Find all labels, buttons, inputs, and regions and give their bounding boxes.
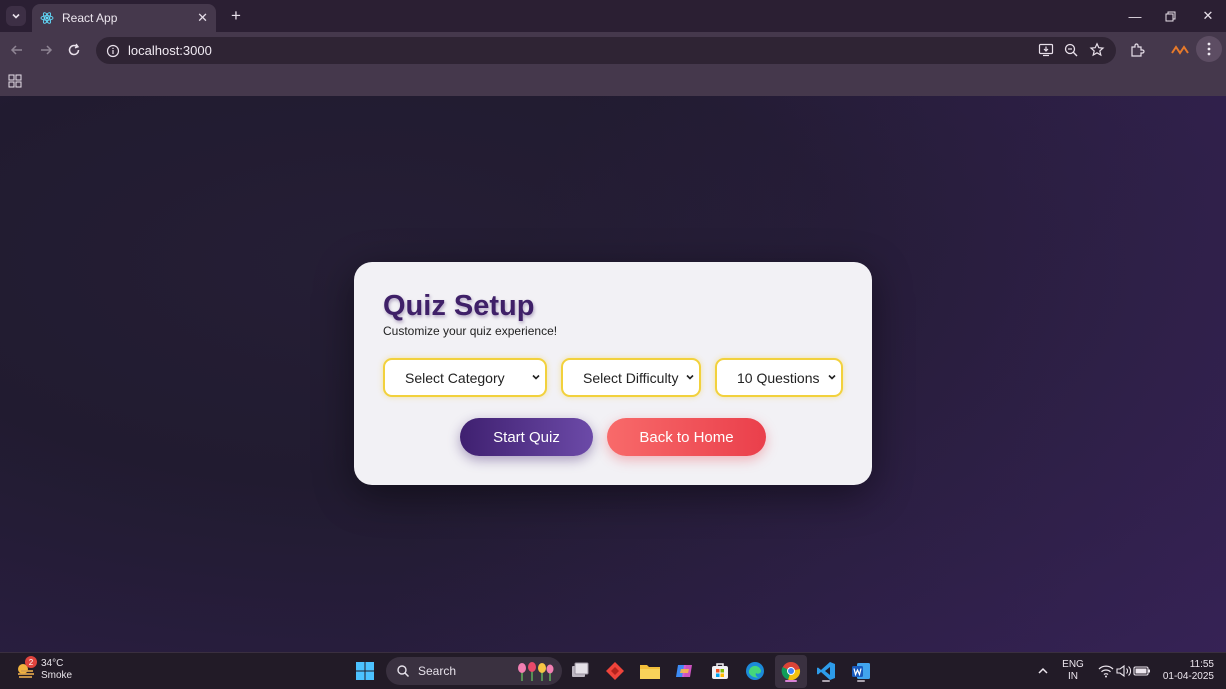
weather-badge: 2 <box>25 656 37 668</box>
chevron-down-icon <box>12 13 20 19</box>
minimize-button[interactable]: — <box>1123 6 1147 26</box>
chrome-icon[interactable] <box>779 659 803 683</box>
weather-desc: Smoke <box>41 670 73 681</box>
vscode-icon[interactable] <box>814 659 838 683</box>
taskbar: 2 34°C Smoke Search ENG IN 11:55 01-04-2… <box>0 652 1226 689</box>
chevron-down-icon <box>532 374 540 380</box>
tab-strip: React App ✕ + — ✕ <box>0 0 1226 32</box>
react-logo-icon <box>40 12 54 24</box>
word-icon[interactable] <box>849 659 873 683</box>
back-arrow-icon <box>10 45 22 55</box>
apps-grid-icon[interactable] <box>8 74 22 88</box>
start-quiz-button[interactable]: Start Quiz <box>460 418 593 456</box>
bookmarks-bar <box>0 68 1226 96</box>
weather-icon: 2 <box>14 656 38 682</box>
reload-button[interactable] <box>64 40 84 60</box>
forward-arrow-icon <box>41 45 53 55</box>
new-tab-button[interactable]: + <box>226 6 246 26</box>
language-indicator[interactable]: ENG IN <box>1062 659 1084 683</box>
file-explorer-icon[interactable] <box>638 659 662 683</box>
page-title: Quiz Setup <box>383 290 535 322</box>
weather-temp: 34°C <box>41 658 64 669</box>
active-indicator <box>785 680 797 682</box>
back-button[interactable] <box>7 40 27 60</box>
puzzle-icon <box>1131 43 1145 57</box>
search-placeholder: Search <box>418 664 457 678</box>
microsoft-store-icon[interactable] <box>708 659 732 683</box>
weather-text: 34°C Smoke <box>41 658 72 682</box>
category-select-value: Select Category <box>405 369 505 386</box>
copilot-icon[interactable] <box>673 659 697 683</box>
restore-button[interactable] <box>1158 6 1182 26</box>
site-info-icon[interactable] <box>106 44 120 58</box>
chrome-menu-button[interactable] <box>1196 36 1222 62</box>
restore-icon <box>1165 11 1175 21</box>
chevron-down-icon <box>828 374 836 380</box>
question-count-select[interactable]: 10 Questions <box>715 358 843 397</box>
extension-pinned-button[interactable] <box>1170 40 1190 60</box>
tab-search-button[interactable] <box>6 6 26 26</box>
tulips-icon <box>518 662 554 681</box>
tab-close-icon[interactable]: ✕ <box>197 10 208 26</box>
page-viewport: Quiz Setup Customize your quiz experienc… <box>0 96 1226 652</box>
task-view-icon[interactable] <box>568 659 592 683</box>
weather-widget[interactable]: 2 34°C Smoke <box>14 656 72 682</box>
address-bar[interactable]: localhost:3000 <box>96 37 1116 64</box>
chevron-up-icon <box>1038 667 1048 674</box>
chevron-down-icon <box>686 374 694 380</box>
more-vertical-icon <box>1207 42 1211 56</box>
language-line2: IN <box>1068 671 1078 682</box>
question-count-select-value: 10 Questions <box>737 369 820 386</box>
category-select[interactable]: Select Category <box>383 358 547 397</box>
running-indicator <box>822 680 830 682</box>
close-window-button[interactable]: ✕ <box>1196 6 1220 26</box>
clock-time: 11:55 <box>1189 659 1214 670</box>
url-text: localhost:3000 <box>128 43 212 58</box>
difficulty-select-value: Select Difficulty <box>583 369 679 386</box>
quiz-setup-card: Quiz Setup Customize your quiz experienc… <box>354 262 872 485</box>
clock-date: 01-04-2025 <box>1162 671 1214 682</box>
taskbar-search[interactable]: Search <box>386 657 562 685</box>
anydesk-icon[interactable] <box>603 659 627 683</box>
tab-title: React App <box>62 11 118 25</box>
browser-tab[interactable]: React App ✕ <box>32 4 216 32</box>
install-app-icon[interactable] <box>1038 42 1054 58</box>
zoom-icon[interactable] <box>1063 42 1079 58</box>
search-icon <box>397 665 410 678</box>
clock[interactable]: 11:55 01-04-2025 <box>1158 659 1214 683</box>
windows-start-icon[interactable] <box>353 659 377 683</box>
edge-icon[interactable] <box>743 659 767 683</box>
extensions-button[interactable] <box>1127 40 1147 60</box>
bookmark-star-icon[interactable] <box>1089 42 1105 58</box>
reload-icon <box>68 43 80 56</box>
extension-logo-icon <box>1171 45 1189 55</box>
forward-button[interactable] <box>36 40 56 60</box>
browser-toolbar: localhost:3000 <box>0 32 1226 68</box>
language-line1: ENG <box>1062 659 1084 670</box>
difficulty-select[interactable]: Select Difficulty <box>561 358 701 397</box>
show-hidden-icons-button[interactable] <box>1031 659 1055 683</box>
running-indicator <box>857 680 865 682</box>
page-subtitle: Customize your quiz experience! <box>383 324 558 338</box>
battery-icon[interactable] <box>1130 659 1154 683</box>
back-to-home-button[interactable]: Back to Home <box>607 418 766 456</box>
